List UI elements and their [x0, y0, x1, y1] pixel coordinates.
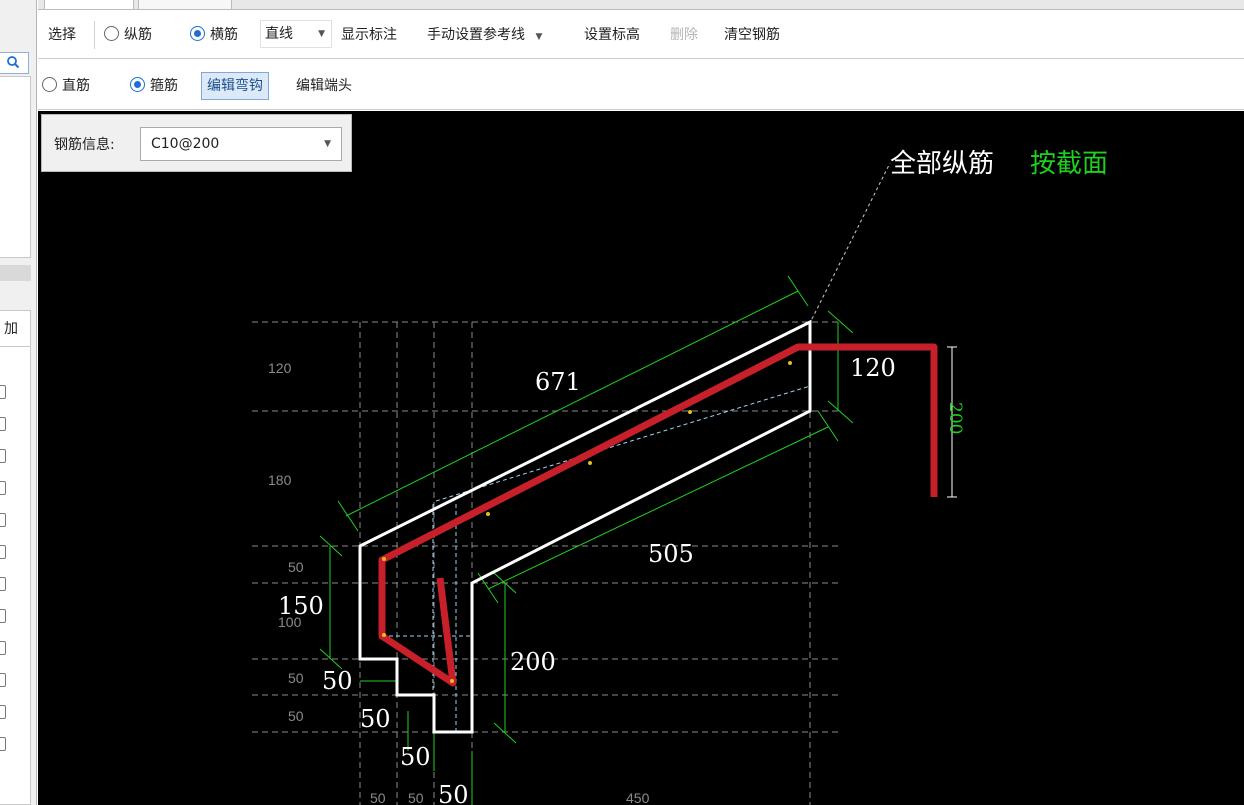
longitudinal-radio[interactable]: 纵筋 [104, 11, 152, 59]
radio-selected-icon [190, 26, 205, 41]
clear-rebar-button[interactable]: 清空钢筋 [724, 11, 780, 59]
stirrup-label: 箍筋 [150, 78, 178, 94]
set-elevation-button[interactable]: 设置标高 [584, 11, 640, 59]
dimension-tick [817, 410, 839, 442]
panel-splitter[interactable] [0, 265, 31, 281]
section-drawing: 120 180 50 100 50 50 50 50 450 671 120 5… [252, 149, 1108, 805]
rebar-point [382, 557, 386, 561]
dimension-200-vertical: 200 [945, 402, 965, 434]
dimension-line [345, 290, 799, 517]
dimension-tick [827, 310, 854, 334]
annotation-all-longitudinal: 全部纵筋 [890, 149, 994, 179]
rebar-info-select[interactable]: C10@200 ▼ [140, 127, 342, 161]
row-checkbox[interactable] [0, 417, 6, 431]
leader-line [811, 162, 891, 320]
straight-label: 直筋 [62, 78, 90, 94]
rebar-info-label: 钢筋信息: [54, 137, 115, 153]
line-type-dropdown[interactable]: 直线 ▼ [260, 20, 332, 48]
section-outline [358, 319, 812, 734]
dimension-50: 50 [438, 781, 469, 805]
tab-strip [38, 0, 1244, 10]
dimension-120: 120 [850, 354, 896, 382]
delete-button[interactable]: 删除 [670, 11, 698, 59]
drawing-canvas[interactable]: 120 180 50 100 50 50 50 50 450 671 120 5… [38, 111, 1244, 805]
grid-label: 50 [370, 790, 386, 805]
row-checkbox[interactable] [0, 673, 6, 687]
transverse-label: 横筋 [210, 27, 238, 43]
tab-active[interactable] [44, 0, 134, 10]
grid-label: 50 [408, 790, 424, 805]
select-button[interactable]: 选择 [48, 11, 76, 59]
edit-end-button[interactable]: 编辑端头 [296, 62, 352, 110]
dimension-tick [787, 275, 809, 307]
chevron-down-icon: ▼ [318, 29, 325, 39]
component-tree-panel [0, 76, 31, 258]
grid-label: 120 [268, 360, 292, 376]
toolbar-divider [94, 21, 95, 49]
dimension-505: 505 [648, 540, 694, 568]
left-panel: 加 [0, 0, 37, 805]
column-header-add: 加 [0, 311, 30, 347]
row-checkbox[interactable] [0, 513, 6, 527]
radio-selected-icon [130, 77, 145, 92]
edit-hook-button[interactable]: 编辑弯钩 [201, 72, 269, 100]
grid-label: 50 [288, 708, 304, 724]
row-checkbox[interactable] [0, 737, 6, 751]
property-list-panel: 加 [0, 310, 31, 805]
grid-label: 50 [288, 670, 304, 686]
row-checkbox[interactable] [0, 449, 6, 463]
dimension-50: 50 [400, 743, 431, 771]
dimension-50: 50 [360, 705, 391, 733]
straight-rebar-radio[interactable]: 直筋 [42, 62, 90, 110]
grid-label: 50 [288, 559, 304, 575]
row-checkbox[interactable] [0, 577, 6, 591]
show-annotation-button[interactable]: 显示标注 [341, 11, 397, 59]
row-checkbox[interactable] [0, 705, 6, 719]
manual-ref-line-button[interactable]: 手动设置参考线 ▼ [427, 11, 542, 59]
dimension-tick [827, 400, 854, 424]
dimension-tick [337, 500, 359, 532]
search-icon [7, 56, 20, 69]
hook-toolbar: 直筋 箍筋 编辑弯钩 编辑端头 [38, 62, 1244, 110]
stirrup-radio[interactable]: 箍筋 [130, 62, 178, 110]
rebar-point [382, 633, 386, 637]
dimension-50: 50 [322, 667, 353, 695]
row-checkbox[interactable] [0, 641, 6, 655]
transverse-radio[interactable]: 横筋 [190, 11, 238, 59]
row-checkbox[interactable] [0, 609, 6, 623]
tab-inactive[interactable] [138, 0, 232, 10]
longitudinal-label: 纵筋 [124, 27, 152, 43]
row-checkbox[interactable] [0, 481, 6, 495]
radio-icon [104, 26, 119, 41]
manual-ref-label: 手动设置参考线 [427, 27, 525, 43]
annotation-by-section[interactable]: 按截面 [1030, 149, 1108, 179]
radio-icon [42, 77, 57, 92]
chevron-down-icon: ▼ [324, 139, 331, 149]
rebar-point [788, 361, 792, 365]
line-type-value: 直线 [265, 26, 293, 42]
dimension-200: 200 [510, 648, 556, 676]
dimension-671: 671 [535, 368, 581, 396]
rebar-point [486, 512, 490, 516]
rebar-point [588, 461, 592, 465]
row-checkbox[interactable] [0, 385, 6, 399]
dimension-150: 150 [278, 592, 324, 620]
rebar-point [688, 410, 692, 414]
rebar-info-panel: 钢筋信息: C10@200 ▼ [41, 114, 352, 172]
row-checkbox[interactable] [0, 545, 6, 559]
rebar-toolbar: 选择 纵筋 横筋 直线 ▼ 显示标注 手动设置参考线 ▼ 设置标高 删除 清空钢… [38, 11, 1244, 59]
grid-label: 450 [626, 790, 650, 805]
rebar-point [450, 679, 454, 683]
chevron-down-icon: ▼ [535, 32, 543, 42]
rebar-info-value: C10@200 [151, 136, 220, 152]
grid-label: 180 [268, 472, 292, 488]
search-button[interactable] [0, 52, 29, 74]
